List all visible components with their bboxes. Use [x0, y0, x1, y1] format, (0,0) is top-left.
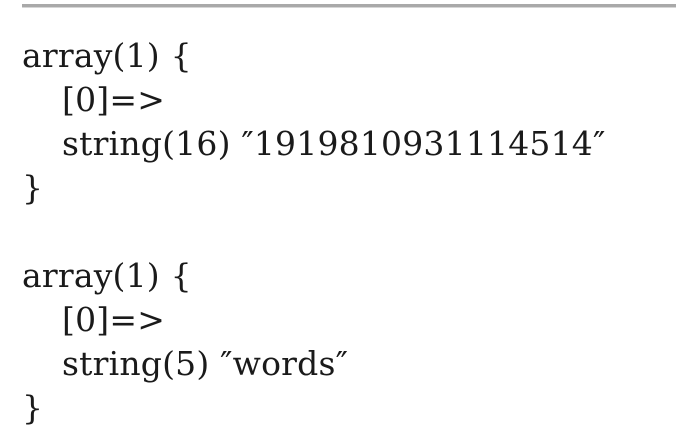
- array-footer: }: [22, 168, 44, 207]
- array-key: [0]=>: [62, 300, 166, 339]
- array-key: [0]=>: [62, 80, 166, 119]
- array-footer: }: [22, 388, 44, 427]
- var-dump-block: array(1) { [0]=> string(16) ″19198109311…: [22, 34, 606, 210]
- array-header: array(1) {: [22, 256, 192, 295]
- array-value: string(5) ″words″: [62, 344, 349, 383]
- array-header: array(1) {: [22, 36, 192, 75]
- top-divider: [22, 4, 676, 8]
- var-dump-output: array(1) { [0]=> string(16) ″19198109311…: [22, 34, 606, 430]
- array-value: string(16) ″1919810931114514″: [62, 124, 606, 163]
- var-dump-block: array(1) { [0]=> string(5) ″words″ }: [22, 254, 606, 430]
